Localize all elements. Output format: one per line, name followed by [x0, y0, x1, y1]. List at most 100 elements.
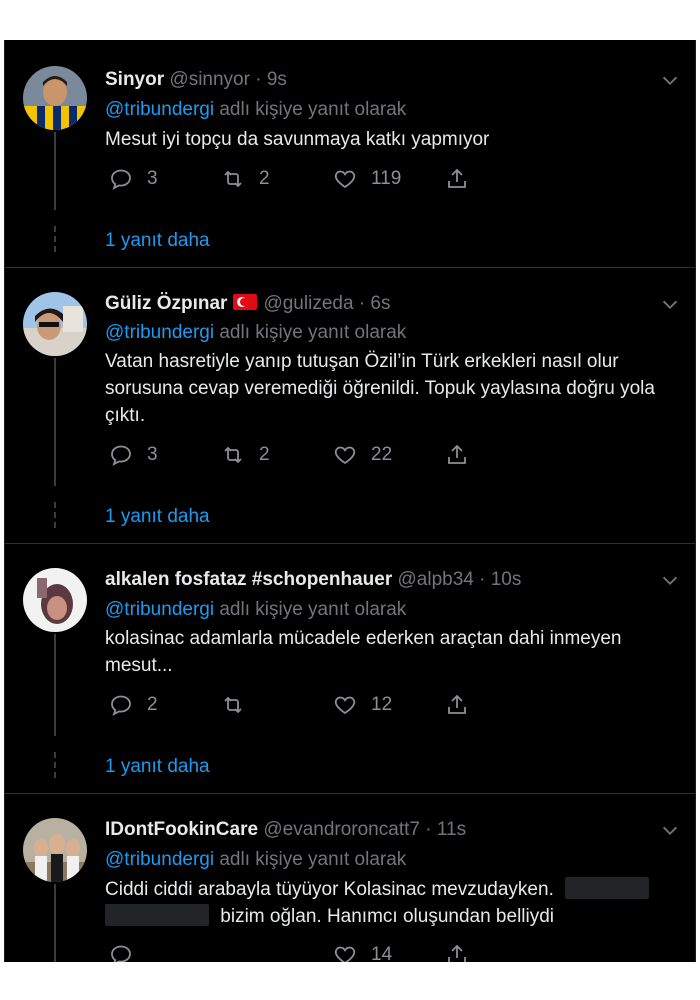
heart-icon — [334, 170, 356, 189]
redacted-text — [565, 877, 650, 899]
reply-button[interactable]: 3 — [109, 166, 158, 192]
show-more-replies-link[interactable]: 1 yanıt daha — [105, 506, 210, 528]
separator: · — [425, 819, 432, 840]
redacted-text — [105, 904, 209, 926]
separator: · — [479, 569, 486, 590]
avatar[interactable] — [23, 292, 87, 356]
timestamp[interactable]: 6s — [370, 293, 390, 314]
mention-link[interactable]: @tribundergi — [105, 849, 214, 870]
thread-dots — [54, 752, 56, 782]
retweet-icon — [224, 446, 242, 464]
reply-context-text: adlı kişiye yanıt olarak — [219, 322, 407, 343]
tweet-actions: 3 2 22 — [105, 442, 485, 468]
thread-dots — [54, 226, 56, 256]
share-icon — [448, 694, 466, 714]
tweet-actions: 14 — [105, 942, 485, 962]
reply-button[interactable] — [109, 942, 147, 962]
separator: · — [358, 293, 366, 314]
tweet-text: Mesut iyi topçu da savunmaya katkı yapmı… — [105, 129, 490, 150]
thread-line — [54, 634, 56, 736]
tweet-text: Vatan hasretiyle yanıp tutuşan Özil’in T… — [105, 351, 655, 426]
share-button[interactable] — [445, 942, 469, 962]
retweet-count: 2 — [259, 444, 270, 465]
tweet[interactable]: IDontFookinCare @evandroroncatt7 · 11s @… — [5, 794, 695, 962]
thread-line — [54, 358, 56, 486]
display-name[interactable]: Güliz Özpınar — [105, 293, 227, 314]
heart-icon — [334, 696, 356, 715]
reply-icon — [111, 695, 131, 716]
timestamp[interactable]: 11s — [437, 819, 466, 840]
reply-context-text: adlı kişiye yanıt olarak — [219, 599, 407, 620]
display-name[interactable]: IDontFookinCare — [105, 819, 258, 840]
retweet-icon — [224, 170, 242, 188]
reply-timeline: Sinyor @sinnyor · 9s @tribundergi adlı k… — [4, 40, 696, 962]
thread-line — [54, 884, 56, 962]
user-handle[interactable]: @alpb34 — [398, 569, 474, 590]
avatar[interactable] — [23, 818, 87, 882]
tweet-text: Ciddi ciddi arabayla tüyüyor Kolasinac m… — [105, 876, 675, 930]
tweet-header: Güliz Özpınar @gulizeda · 6s — [105, 292, 391, 316]
reply-icon — [111, 445, 131, 466]
tweet-text: kolasinac adamlarla mücadele ederken ara… — [105, 628, 622, 676]
tweet-header: IDontFookinCare @evandroroncatt7 · 11s — [105, 818, 466, 842]
like-button[interactable]: 12 — [333, 692, 392, 718]
tweet-text-line-1: Ciddi ciddi arabayla tüyüyor Kolasinac m… — [105, 879, 554, 900]
tweet[interactable]: Sinyor @sinnyor · 9s @tribundergi adlı k… — [5, 40, 695, 268]
timestamp[interactable]: 10s — [491, 569, 522, 590]
share-icon — [448, 444, 466, 464]
tweet-header: Sinyor @sinnyor · 9s — [105, 68, 287, 92]
mention-link[interactable]: @tribundergi — [105, 599, 214, 620]
tweet-actions: 3 2 119 — [105, 166, 485, 192]
share-button[interactable] — [445, 166, 469, 192]
reply-context: @tribundergi adlı kişiye yanıt olarak — [105, 321, 406, 345]
retweet-button[interactable]: 2 — [221, 166, 270, 192]
mention-link[interactable]: @tribundergi — [105, 322, 214, 343]
share-button[interactable] — [445, 442, 469, 468]
like-count: 12 — [371, 694, 393, 715]
user-handle[interactable]: @gulizeda — [263, 293, 353, 314]
retweet-count: 2 — [259, 168, 270, 189]
reply-icon — [111, 169, 131, 190]
chevron-down-icon[interactable] — [659, 570, 681, 592]
mention-link[interactable]: @tribundergi — [105, 99, 214, 120]
reply-button[interactable]: 3 — [109, 442, 158, 468]
like-button[interactable]: 14 — [333, 942, 392, 962]
avatar[interactable] — [23, 568, 87, 632]
like-count: 14 — [371, 944, 393, 962]
timestamp[interactable]: 9s — [267, 69, 287, 90]
share-icon — [448, 944, 466, 962]
user-handle[interactable]: @evandroroncatt7 — [263, 819, 420, 840]
display-name[interactable]: alkalen fosfataz #schopenhauer — [105, 569, 392, 590]
avatar[interactable] — [23, 66, 87, 130]
show-more-replies-link[interactable]: 1 yanıt daha — [105, 756, 210, 778]
tweet[interactable]: Güliz Özpınar @gulizeda · 6s @tribundergi… — [5, 268, 695, 544]
tweet[interactable]: alkalen fosfataz #schopenhauer @alpb34 ·… — [5, 544, 695, 794]
chevron-down-icon[interactable] — [659, 70, 681, 92]
like-button[interactable]: 119 — [333, 166, 401, 192]
share-button[interactable] — [445, 692, 469, 718]
heart-icon — [334, 446, 356, 465]
display-name[interactable]: Sinyor — [105, 69, 164, 90]
retweet-button[interactable]: 2 — [221, 442, 270, 468]
tweet-text-line-2: bizim oğlan. Hanımcı oluşundan belliydi — [220, 906, 555, 927]
reply-icon — [111, 945, 131, 962]
reply-count: 3 — [147, 444, 158, 465]
reply-context-text: adlı kişiye yanıt olarak — [219, 849, 407, 870]
retweet-button[interactable] — [221, 692, 259, 718]
like-button[interactable]: 22 — [333, 442, 392, 468]
separator: · — [255, 69, 262, 90]
reply-count: 2 — [147, 694, 158, 715]
retweet-icon — [224, 696, 242, 714]
tweet-actions: 2 12 — [105, 692, 485, 718]
show-more-replies-link[interactable]: 1 yanıt daha — [105, 230, 210, 252]
turkey-flag-icon — [233, 294, 258, 310]
chevron-down-icon[interactable] — [659, 820, 681, 842]
chevron-down-icon[interactable] — [659, 294, 681, 316]
reply-count: 3 — [147, 168, 158, 189]
reply-context: @tribundergi adlı kişiye yanıt olarak — [105, 98, 406, 122]
like-count: 22 — [371, 444, 393, 465]
reply-button[interactable]: 2 — [109, 692, 158, 718]
reply-context: @tribundergi adlı kişiye yanıt olarak — [105, 848, 406, 872]
user-handle[interactable]: @sinnyor — [169, 69, 250, 90]
reply-context: @tribundergi adlı kişiye yanıt olarak — [105, 598, 406, 622]
